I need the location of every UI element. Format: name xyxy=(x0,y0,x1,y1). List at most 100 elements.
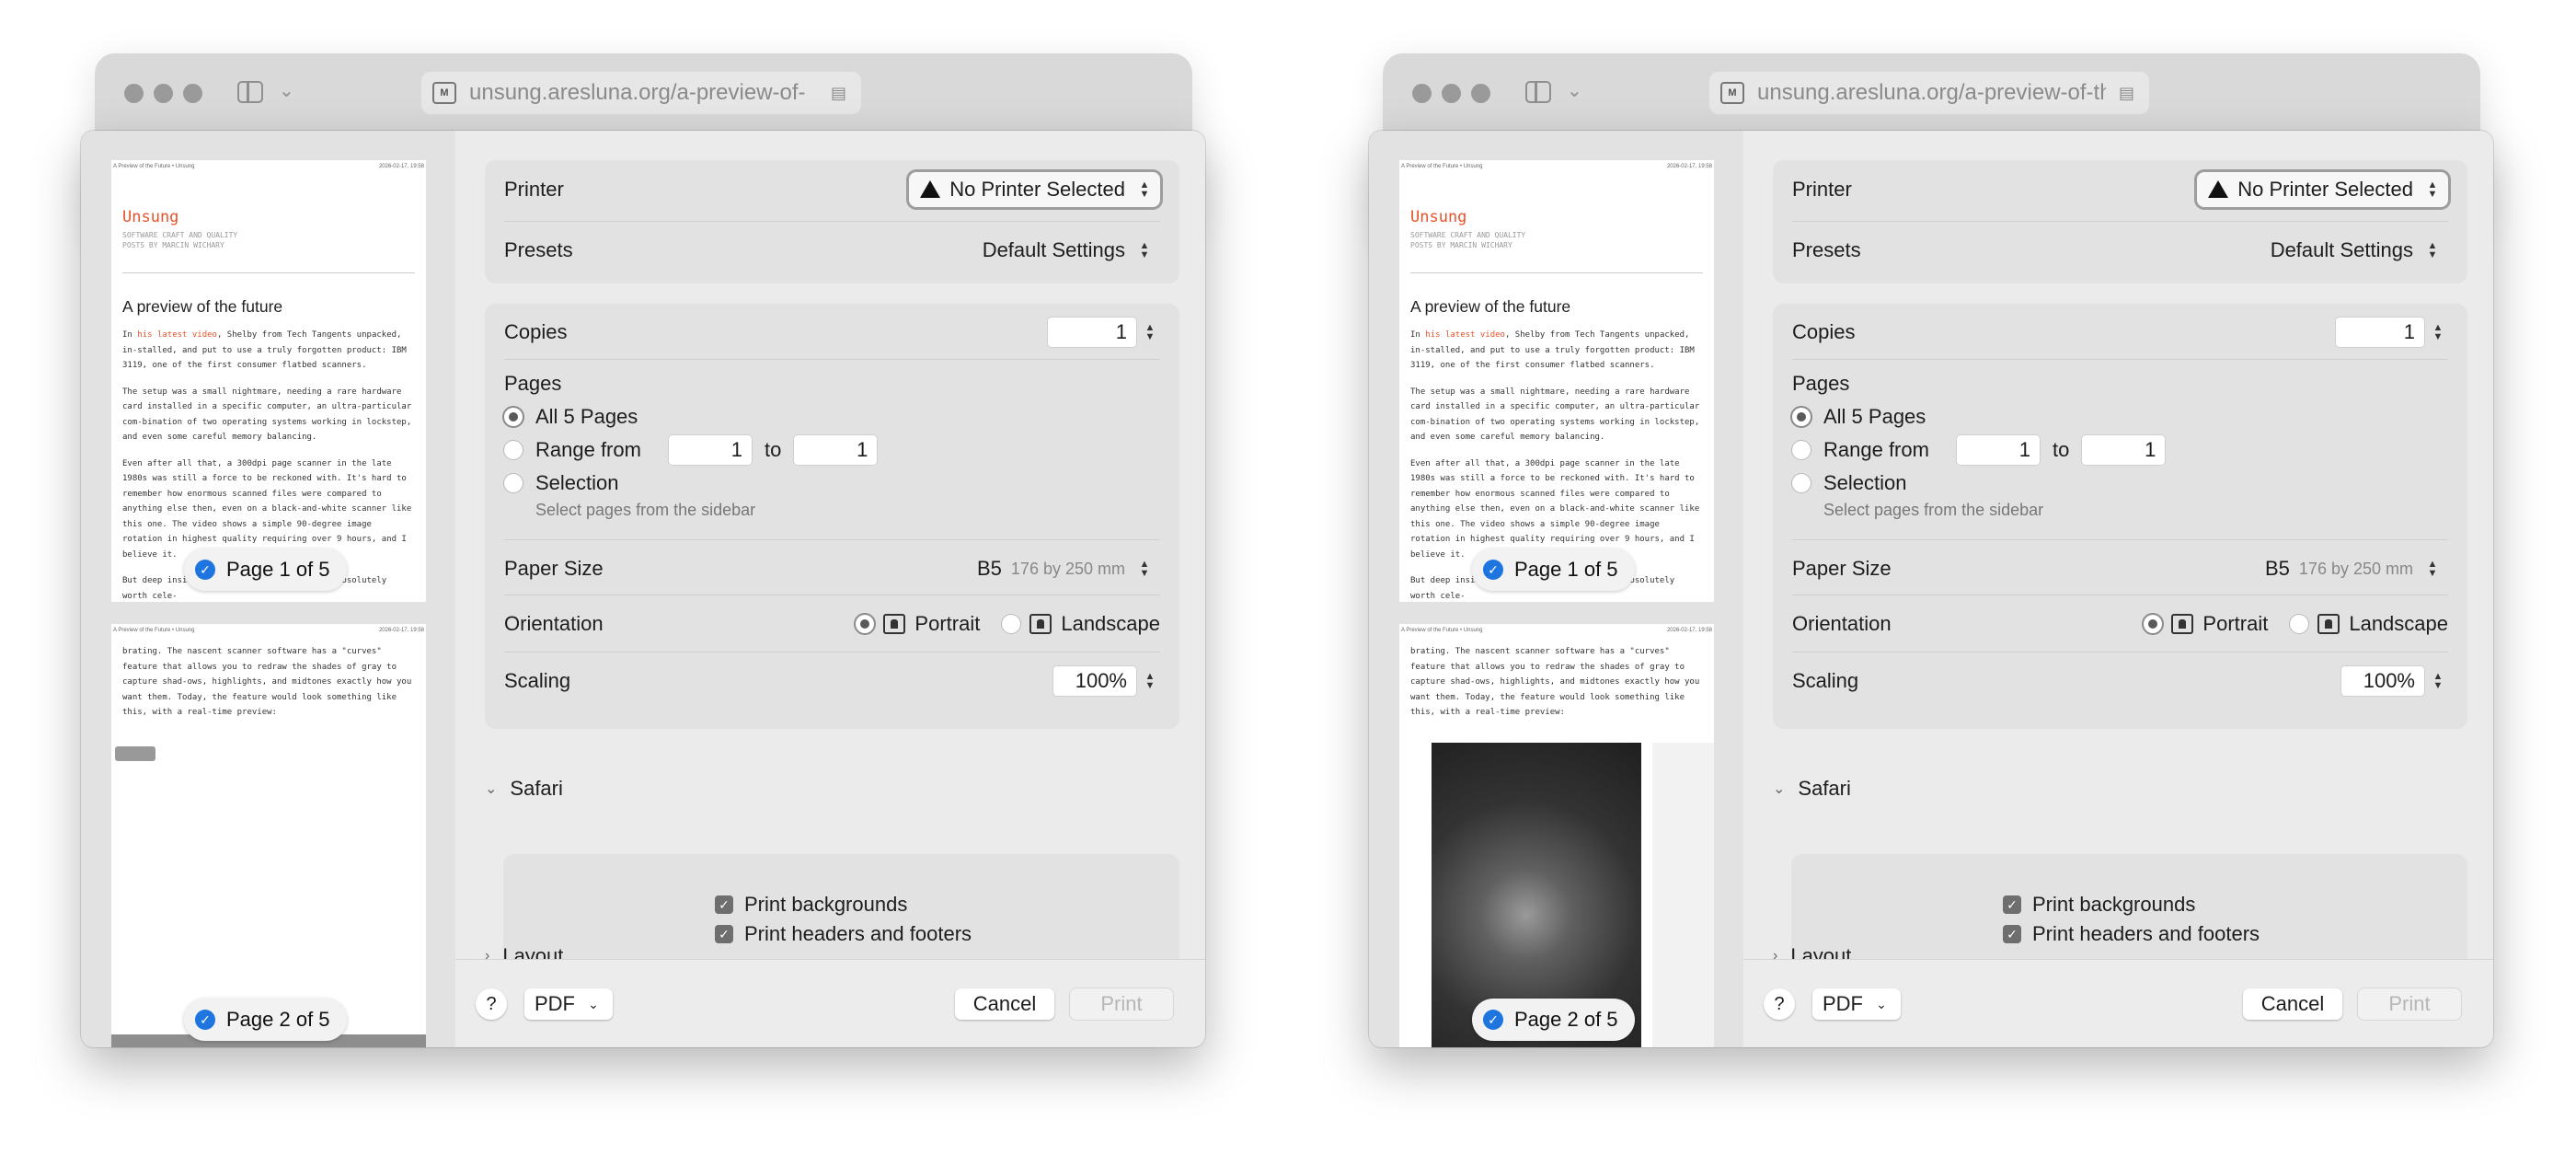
minimize-window-button[interactable] xyxy=(154,84,173,103)
paper-size-label: Paper Size xyxy=(1792,557,1892,580)
help-button[interactable]: ? xyxy=(476,988,507,1020)
chevron-down-icon[interactable]: ⌄ xyxy=(279,79,294,102)
layout-section-header[interactable]: › Layout xyxy=(1773,944,1851,959)
page-badge-1[interactable]: ✓ Page 1 of 5 xyxy=(184,549,347,591)
reader-icon[interactable]: ▤ xyxy=(831,84,861,103)
selection-radio[interactable] xyxy=(504,474,523,492)
page-badge-2[interactable]: ✓ Page 2 of 5 xyxy=(1472,999,1635,1041)
help-button[interactable]: ? xyxy=(1764,988,1795,1020)
safari-section-header[interactable]: ⌄ Safari xyxy=(485,777,563,801)
copies-stepper[interactable]: ▲ ▼ xyxy=(1140,323,1160,342)
selection-radio[interactable] xyxy=(1792,474,1811,492)
selection-label: Selection xyxy=(535,471,619,494)
site-icon: M xyxy=(1720,82,1744,104)
range-end-field[interactable]: 1 xyxy=(794,435,878,465)
print-headers-checkbox[interactable]: ✓ xyxy=(2003,925,2021,943)
pdf-menu-button[interactable]: PDF ⌄ xyxy=(524,988,613,1020)
paper-size-label: Paper Size xyxy=(504,557,604,580)
paragraph-2: The setup was a small nightmare, needing… xyxy=(1410,387,1700,443)
browser-window-2: ⌄ M unsung.aresluna.org/a-preview-of-the… xyxy=(1369,53,2493,1047)
printer-popup[interactable]: No Printer Selected ▲ ▼ xyxy=(2197,172,2448,207)
sidebar-toggle-icon[interactable] xyxy=(1525,81,1551,103)
chevron-down-icon[interactable]: ⌄ xyxy=(1567,79,1582,102)
landscape-icon xyxy=(2317,614,2340,634)
range-start-field[interactable]: 1 xyxy=(668,435,752,465)
paper-size-popup[interactable]: B5 176 by 250 mm ▲ ▼ xyxy=(966,551,1160,586)
range-radio[interactable] xyxy=(1792,441,1811,459)
all-pages-label: All 5 Pages xyxy=(1823,405,1926,428)
presets-popup[interactable]: Default Settings ▲ ▼ xyxy=(972,233,1160,268)
cancel-button[interactable]: Cancel xyxy=(2243,988,2342,1020)
print-button[interactable]: Print xyxy=(2358,988,2461,1020)
safari-section-header[interactable]: ⌄ Safari xyxy=(1773,777,1851,801)
printer-popup[interactable]: No Printer Selected ▲ ▼ xyxy=(909,172,1160,207)
page-thumbnail-1[interactable]: A Preview of the Future • Unsung 2026-02-… xyxy=(111,160,426,602)
printer-card: Printer No Printer Selected ▲ ▼ Presets De… xyxy=(485,160,1179,283)
popup-arrows-icon: ▲ ▼ xyxy=(1139,179,1150,200)
scaling-stepper[interactable]: ▲ ▼ xyxy=(2428,672,2448,691)
chevron-down-icon: ⌄ xyxy=(1773,781,1786,797)
landscape-radio[interactable] xyxy=(1002,615,1021,633)
portrait-icon xyxy=(883,614,906,634)
popup-arrows-icon: ▲ ▼ xyxy=(1139,559,1150,579)
page-thumbnail-2[interactable]: A Preview of the Future • Unsung 2026-02-… xyxy=(111,624,426,1047)
popup-arrows-icon: ▲ ▼ xyxy=(2427,559,2438,579)
presets-label: Presets xyxy=(504,238,573,261)
paragraph-1: In his latest video, Shelby from Tech Ta… xyxy=(1410,330,1695,370)
scaling-field[interactable]: 100% xyxy=(1053,666,1136,696)
selection-hint: Select pages from the sidebar xyxy=(1823,501,2044,519)
site-logo: Unsung xyxy=(1410,208,1467,226)
settings-scroll-area[interactable]: Printer No Printer Selected ▲ ▼ Presets De… xyxy=(455,131,1205,959)
range-radio[interactable] xyxy=(504,441,523,459)
cancel-button[interactable]: Cancel xyxy=(955,988,1054,1020)
warning-icon xyxy=(2208,179,2229,198)
range-start-field[interactable]: 1 xyxy=(1956,435,2040,465)
page-badge-2[interactable]: ✓ Page 2 of 5 xyxy=(184,999,347,1041)
pdf-menu-button[interactable]: PDF ⌄ xyxy=(1812,988,1901,1020)
pages-label: Pages xyxy=(1792,372,1850,395)
zoom-window-button[interactable] xyxy=(183,84,202,103)
printer-label: Printer xyxy=(1792,178,1852,201)
print-headers-checkbox[interactable]: ✓ xyxy=(715,925,733,943)
all-pages-radio[interactable] xyxy=(504,408,523,426)
address-bar[interactable]: M unsung.aresluna.org/a-preview-of-the ▤ xyxy=(1709,72,2149,114)
copies-stepper[interactable]: ▲ ▼ xyxy=(2428,323,2448,342)
close-window-button[interactable] xyxy=(1412,84,1432,103)
orientation-label: Orientation xyxy=(504,612,604,635)
portrait-radio[interactable] xyxy=(856,615,875,633)
scaling-field[interactable]: 100% xyxy=(2341,666,2424,696)
page-thumbnail-2[interactable]: A Preview of the Future • Unsung 2026-02-… xyxy=(1399,624,1714,1047)
landscape-radio[interactable] xyxy=(2290,615,2309,633)
sidebar-toggle-icon[interactable] xyxy=(237,81,263,103)
layout-section-header[interactable]: › Layout xyxy=(485,944,563,959)
copies-field[interactable]: 1 xyxy=(1048,318,1136,347)
all-pages-radio[interactable] xyxy=(1792,408,1811,426)
copies-field[interactable]: 1 xyxy=(2336,318,2424,347)
paper-size-popup[interactable]: B5 176 by 250 mm ▲ ▼ xyxy=(2254,551,2448,586)
traffic-lights xyxy=(124,84,202,103)
range-end-field[interactable]: 1 xyxy=(2082,435,2166,465)
zoom-window-button[interactable] xyxy=(1471,84,1490,103)
page-thumbnail-1[interactable]: A Preview of the Future • Unsung 2026-02-… xyxy=(1399,160,1714,602)
presets-popup[interactable]: Default Settings ▲ ▼ xyxy=(2260,233,2448,268)
preview-sidebar[interactable]: A Preview of the Future • Unsung 2026-02-… xyxy=(1369,131,1743,1047)
settings-scroll-area[interactable]: Printer No Printer Selected ▲ ▼ Presets De… xyxy=(1743,131,2493,959)
minimize-window-button[interactable] xyxy=(1442,84,1461,103)
preview-sidebar[interactable]: A Preview of the Future • Unsung 2026-02-… xyxy=(81,131,455,1047)
print-backgrounds-checkbox[interactable]: ✓ xyxy=(2003,895,2021,914)
address-bar[interactable]: M unsung.aresluna.org/a-preview-of- ▤ xyxy=(421,72,861,114)
print-dialog: A Preview of the Future • Unsung 2026-02-… xyxy=(81,131,1205,1047)
article-title: A preview of the future xyxy=(122,297,283,316)
portrait-radio[interactable] xyxy=(2144,615,2163,633)
pages-label: Pages xyxy=(504,372,562,395)
page-badge-1[interactable]: ✓ Page 1 of 5 xyxy=(1472,549,1635,591)
presets-label: Presets xyxy=(1792,238,1861,261)
article-title: A preview of the future xyxy=(1410,297,1571,316)
print-backgrounds-checkbox[interactable]: ✓ xyxy=(715,895,733,914)
close-window-button[interactable] xyxy=(124,84,144,103)
page-header-left: A Preview of the Future • Unsung xyxy=(113,164,195,169)
reader-icon[interactable]: ▤ xyxy=(2119,84,2149,103)
print-button[interactable]: Print xyxy=(1070,988,1173,1020)
scaling-stepper[interactable]: ▲ ▼ xyxy=(1140,672,1160,691)
chevron-right-icon: › xyxy=(1773,948,1778,959)
